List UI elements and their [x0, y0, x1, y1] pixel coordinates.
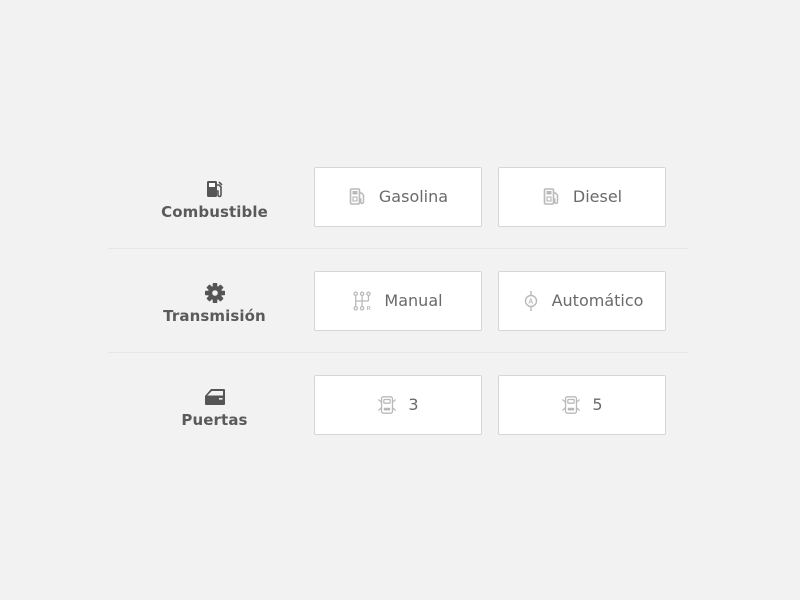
manual-shifter-icon: R — [353, 290, 373, 312]
option-3-doors-label: 3 — [408, 395, 419, 414]
svg-text:R: R — [367, 306, 371, 312]
transmission-label: Transmisión — [108, 282, 321, 325]
option-5-doors-label: 5 — [592, 395, 603, 414]
doors-row: Puertas 3 5 — [108, 352, 688, 456]
svg-text:A: A — [528, 298, 533, 305]
automatic-shifter-icon: A — [521, 290, 541, 312]
fuel-label-text: Combustible — [161, 203, 268, 221]
gear-icon — [204, 282, 226, 304]
transmission-label-text: Transmisión — [163, 307, 266, 325]
transmission-options: R Manual A Automático — [314, 270, 666, 331]
doors-options: 3 5 — [314, 374, 666, 435]
option-manual[interactable]: R Manual — [314, 270, 482, 331]
fuel-options: Gasolina Diesel — [314, 166, 666, 227]
option-diesel[interactable]: Diesel — [498, 166, 666, 227]
option-gasolina-label: Gasolina — [378, 187, 449, 206]
option-5-doors[interactable]: 5 — [498, 374, 666, 435]
car-doors-icon — [561, 394, 581, 416]
fuel-pump-icon — [348, 186, 368, 208]
option-automatico[interactable]: A Automático — [498, 270, 666, 331]
doors-label: Puertas — [108, 386, 321, 429]
fuel-pump-icon — [204, 178, 226, 200]
doors-label-text: Puertas — [181, 411, 248, 429]
option-3-doors[interactable]: 3 — [314, 374, 482, 435]
fuel-row: Combustible Gasolina Diesel — [108, 145, 688, 248]
fuel-label: Combustible — [108, 178, 321, 221]
option-gasolina[interactable]: Gasolina — [314, 166, 482, 227]
transmission-row: Transmisión R Manual A Automático — [108, 248, 688, 352]
option-diesel-label: Diesel — [572, 187, 623, 206]
fuel-pump-icon — [542, 186, 562, 208]
option-manual-label: Manual — [384, 291, 443, 310]
filter-panel: Combustible Gasolina Diesel Transmisión … — [108, 145, 688, 456]
option-automatico-label: Automático — [551, 291, 644, 310]
car-door-icon — [204, 386, 226, 408]
car-doors-icon — [377, 394, 397, 416]
